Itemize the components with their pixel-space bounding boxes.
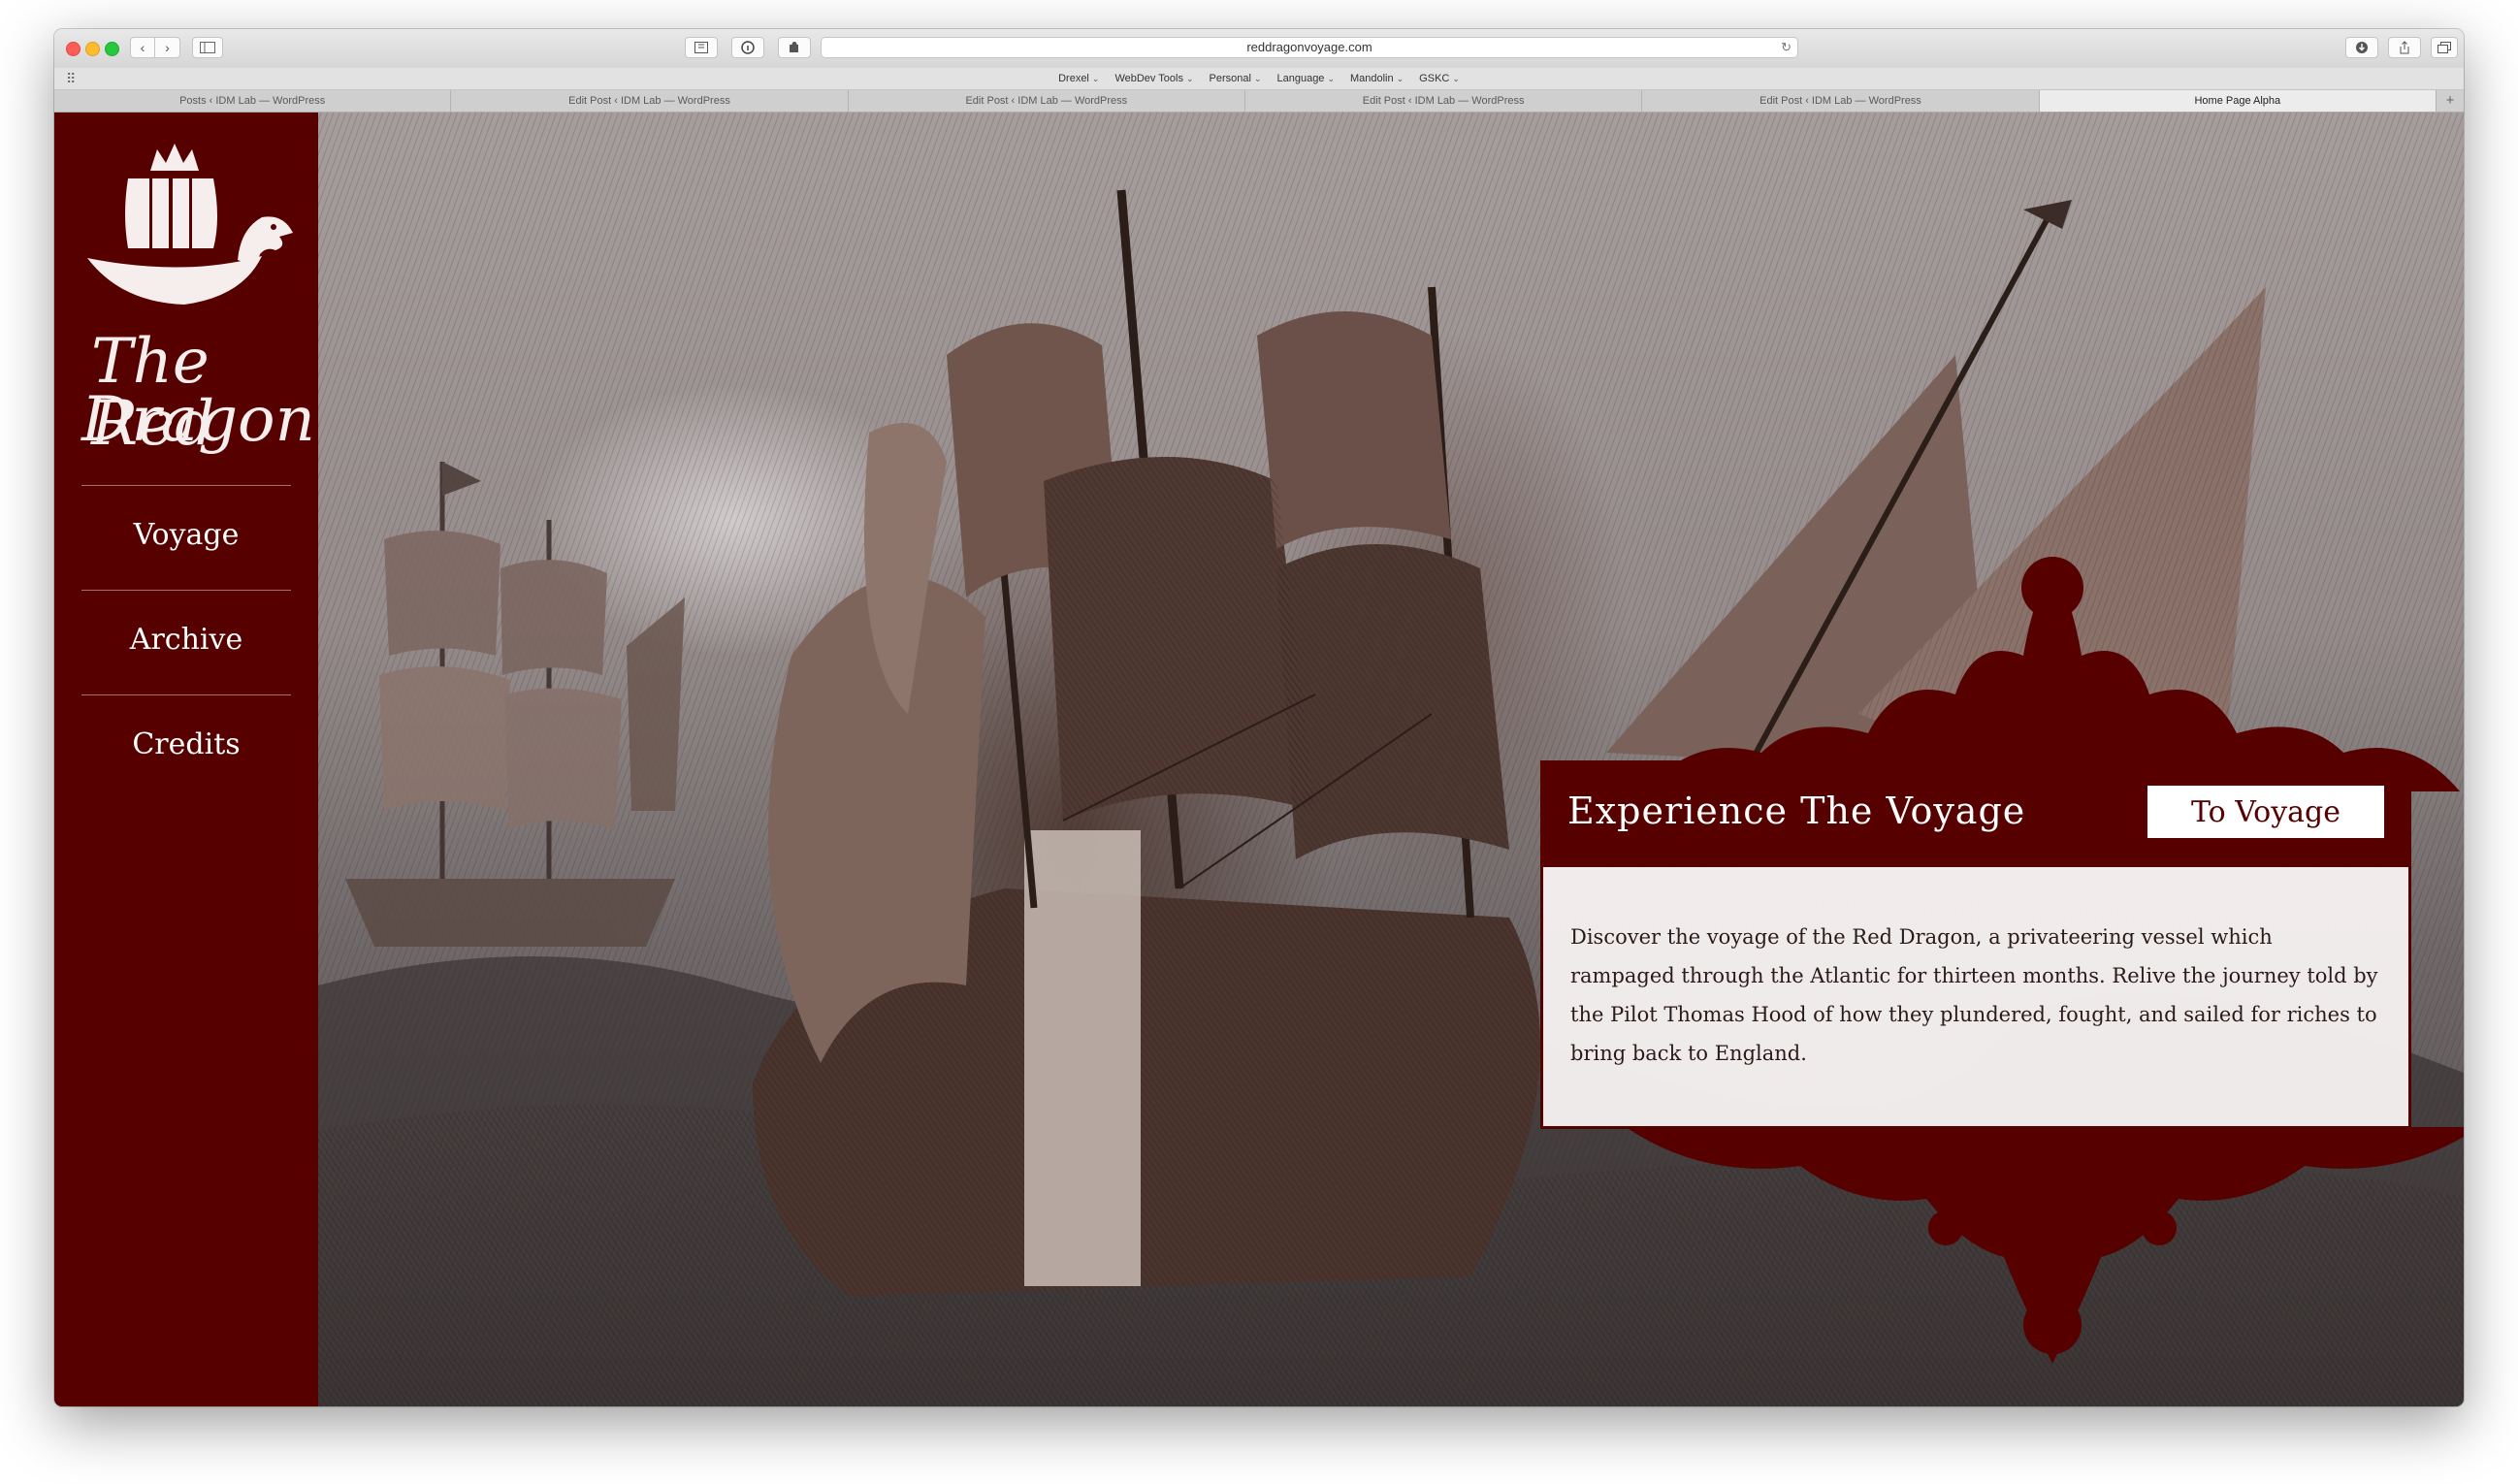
- puzzle-icon: [790, 42, 798, 52]
- chevron-down-icon: ⌄: [1396, 74, 1404, 83]
- reload-icon[interactable]: ↻: [1781, 38, 1792, 57]
- bookmark-folder[interactable]: Drexel ⌄: [1058, 68, 1099, 89]
- nav-link-archive[interactable]: Archive: [54, 621, 318, 660]
- back-button[interactable]: ‹: [130, 37, 155, 58]
- download-icon: [2356, 42, 2368, 53]
- nav-divider: [81, 694, 291, 695]
- browser-window: ‹ › reddragonvoyage.com ↻ ⠿ Drexel ⌄ Web…: [54, 29, 2464, 1406]
- tabs-overview-icon: [2437, 42, 2451, 53]
- sidebar-icon: [200, 42, 215, 53]
- bookmark-folder[interactable]: WebDev Tools ⌄: [1114, 68, 1193, 89]
- browser-tab-active[interactable]: Home Page Alpha: [2039, 90, 2437, 112]
- bookmark-list: Drexel ⌄ WebDev Tools ⌄ Personal ⌄ Language…: [54, 68, 2464, 89]
- plus-icon[interactable]: +: [2437, 90, 2464, 112]
- feature-card-body: Discover the voyage of the Red Dragon, a…: [1540, 867, 2411, 1129]
- feature-title: Experience The Voyage: [1567, 790, 2026, 832]
- bookmark-folder[interactable]: Personal ⌄: [1210, 68, 1262, 89]
- bookmark-folder[interactable]: Language ⌄: [1276, 68, 1335, 89]
- extension-button[interactable]: [778, 37, 811, 58]
- nav-link-credits[interactable]: Credits: [54, 726, 318, 764]
- chevron-down-icon: ⌄: [1185, 74, 1194, 83]
- chevron-down-icon: ⌄: [1327, 74, 1335, 83]
- web-page: The Red Dragon Voyage Archive Credits Ex…: [54, 113, 2464, 1406]
- nav-divider: [81, 485, 291, 486]
- to-voyage-button[interactable]: To Voyage: [2147, 786, 2384, 838]
- maximize-window-button[interactable]: [105, 42, 119, 56]
- chevron-right-icon: ›: [165, 40, 170, 55]
- bookmarks-bar: ⠿ Drexel ⌄ WebDev Tools ⌄ Personal ⌄ Langua…: [54, 68, 2464, 90]
- chevron-down-icon: ⌄: [1452, 74, 1460, 83]
- extension-button[interactable]: [685, 37, 718, 58]
- notebook-icon: [694, 42, 708, 53]
- logo-text-line2: Dragon: [81, 384, 315, 456]
- ship-engraving-image: [54, 113, 2464, 1406]
- share-icon: [2400, 41, 2409, 54]
- bookmark-folder[interactable]: GSKC ⌄: [1419, 68, 1460, 89]
- info-icon: [741, 41, 755, 54]
- tab-bar: Posts ‹ IDM Lab — WordPress Edit Post ‹ …: [54, 90, 2464, 113]
- share-button[interactable]: [2388, 37, 2421, 58]
- nav-link-voyage[interactable]: Voyage: [54, 516, 318, 555]
- browser-tab[interactable]: Edit Post ‹ IDM Lab — WordPress: [1642, 90, 2040, 112]
- minimize-window-button[interactable]: [85, 42, 100, 56]
- downloads-button[interactable]: [2345, 37, 2378, 58]
- feature-card-header: Experience The Voyage To Voyage: [1540, 760, 2411, 867]
- browser-tab[interactable]: Edit Post ‹ IDM Lab — WordPress: [1245, 90, 1643, 112]
- close-window-button[interactable]: [66, 42, 81, 56]
- chevron-down-icon: ⌄: [1253, 74, 1262, 83]
- chevron-down-icon: ⌄: [1091, 74, 1100, 83]
- nav-divider: [81, 590, 291, 591]
- show-sidebar-button[interactable]: [192, 37, 223, 58]
- tab-overview-button[interactable]: [2431, 37, 2458, 58]
- forward-button[interactable]: ›: [155, 37, 180, 58]
- extension-button[interactable]: [731, 37, 764, 58]
- browser-tab[interactable]: Edit Post ‹ IDM Lab — WordPress: [849, 90, 1245, 112]
- site-sidebar: The Red Dragon Voyage Archive Credits: [54, 113, 318, 1406]
- browser-tab[interactable]: Posts ‹ IDM Lab — WordPress: [54, 90, 452, 112]
- url-text: reddragonvoyage.com: [1246, 40, 1372, 54]
- browser-toolbar: ‹ › reddragonvoyage.com ↻: [54, 29, 2464, 69]
- feature-description: Discover the voyage of the Red Dragon, a…: [1570, 925, 2378, 1065]
- chevron-left-icon: ‹: [140, 40, 145, 55]
- bookmark-folder[interactable]: Mandolin ⌄: [1350, 68, 1404, 89]
- address-bar[interactable]: reddragonvoyage.com ↻: [821, 37, 1798, 58]
- browser-tab[interactable]: Edit Post ‹ IDM Lab — WordPress: [451, 90, 849, 112]
